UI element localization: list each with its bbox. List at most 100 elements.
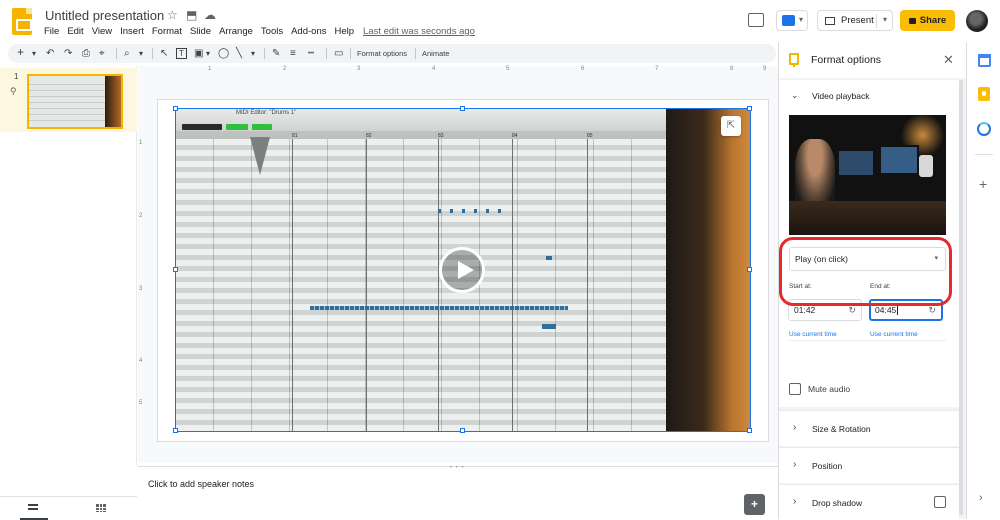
star-icon[interactable]: ☆	[167, 8, 178, 22]
notes-resize-handle[interactable]: • • •	[450, 465, 465, 471]
chevron-right-icon: ›	[793, 422, 797, 433]
present-options-icon[interactable]: ▾	[883, 15, 887, 24]
menu-view[interactable]: View	[92, 26, 112, 37]
format-options-panel: Format options ✕ ⌄ Video playback Play (…	[778, 42, 967, 520]
toolbar: + ▾ ↶ ↷ ⎙ ⌖ ⌕ ▾ ↖ T ▣ ▾ ◯ ╲ ▾ ✎ ≡ ┅ ▭ Fo…	[8, 44, 776, 63]
menu-add-ons[interactable]: Add-ons	[291, 26, 326, 37]
tasks-icon[interactable]	[977, 122, 991, 136]
speaker-notes[interactable]: • • • Click to add speaker notes +	[138, 465, 778, 519]
explore-icon[interactable]: +	[744, 494, 765, 515]
chevron-right-icon: ›	[793, 459, 797, 470]
move-to-folder-icon[interactable]: ⬒	[186, 8, 197, 22]
video-thumbnail	[789, 115, 946, 235]
drop-shadow-section[interactable]: › Drop shadow	[779, 484, 959, 520]
slides-logo-icon[interactable]	[12, 8, 32, 35]
resize-handle[interactable]	[747, 428, 752, 433]
add-icon[interactable]: +	[979, 177, 987, 191]
paint-format-icon[interactable]: ⌖	[99, 47, 105, 60]
border-color-icon[interactable]: ✎	[272, 47, 280, 60]
slide-thumbnail[interactable]	[27, 74, 123, 129]
menu-tools[interactable]: Tools	[261, 26, 283, 37]
menu-insert[interactable]: Insert	[120, 26, 144, 37]
zoom-dropdown-icon[interactable]: ▾	[139, 47, 143, 60]
filmstrip-view-icon[interactable]	[20, 504, 48, 520]
menu-edit[interactable]: Edit	[67, 26, 83, 37]
menu-bar: File Edit View Insert Format Slide Arran…	[44, 26, 362, 37]
line-dropdown-icon[interactable]: ▾	[251, 47, 255, 60]
undo-icon[interactable]: ↶	[46, 47, 54, 60]
upload-icon	[782, 15, 795, 26]
speaker-notes-placeholder[interactable]: Click to add speaker notes	[148, 479, 254, 489]
border-dash-icon[interactable]: ┅	[308, 47, 314, 60]
resize-handle[interactable]	[173, 106, 178, 111]
border-weight-icon[interactable]: ≡	[290, 47, 296, 60]
grid-view-icon[interactable]	[96, 504, 106, 512]
line-icon[interactable]: ╲	[236, 47, 242, 60]
layout-dropdown-icon[interactable]: ▾	[32, 47, 36, 60]
resize-handle[interactable]	[173, 267, 178, 272]
slide-thumbnail-item[interactable]: 1 ⚲	[0, 68, 137, 132]
horizontal-ruler: 1 2 3 4 5 6 7 8 9	[208, 66, 767, 72]
cloud-status-icon[interactable]: ☁	[204, 8, 216, 22]
format-options-header: Format options ✕	[779, 42, 967, 78]
mute-audio-checkbox[interactable]	[789, 383, 801, 395]
menu-slide[interactable]: Slide	[190, 26, 211, 37]
shape-icon[interactable]: ◯	[218, 47, 229, 60]
chevron-down-icon[interactable]: ⌄	[791, 90, 799, 101]
move-slide-button[interactable]: ▾	[776, 10, 808, 31]
app-header: Untitled presentation ☆ ⬒ ☁ File Edit Vi…	[0, 0, 1000, 42]
highlight-annotation	[779, 237, 952, 306]
video-playback-title[interactable]: Video playback	[812, 91, 870, 101]
scrollbar[interactable]	[959, 80, 963, 515]
filmstrip: 1 ⚲	[0, 66, 137, 466]
zoom-icon[interactable]: ⌕	[124, 47, 130, 60]
use-current-time-end-link[interactable]: Use current time	[870, 331, 918, 338]
print-icon[interactable]: ⎙	[82, 47, 90, 60]
close-icon[interactable]: ✕	[943, 52, 954, 68]
size-rotation-section[interactable]: › Size & Rotation	[779, 410, 959, 446]
document-title[interactable]: Untitled presentation	[45, 8, 164, 23]
drop-shadow-checkbox[interactable]	[934, 496, 946, 508]
animate-button[interactable]: Animate	[422, 49, 450, 58]
use-current-time-start-link[interactable]: Use current time	[789, 331, 837, 338]
panel-title: Format options	[811, 54, 882, 66]
open-external-icon[interactable]: ⇱	[721, 116, 741, 136]
calendar-icon[interactable]	[978, 54, 991, 67]
resize-handle[interactable]	[747, 267, 752, 272]
share-label: Share	[919, 15, 947, 26]
view-switcher	[0, 496, 137, 520]
menu-format[interactable]: Format	[152, 26, 182, 37]
position-section[interactable]: › Position	[779, 447, 959, 483]
image-dropdown-icon[interactable]: ▾	[206, 47, 210, 60]
resize-handle[interactable]	[460, 428, 465, 433]
resize-handle[interactable]	[173, 428, 178, 433]
menu-help[interactable]: Help	[334, 26, 354, 37]
last-edit-link[interactable]: Last edit was seconds ago	[363, 26, 475, 37]
play-icon[interactable]	[439, 247, 485, 293]
lock-icon	[908, 17, 916, 24]
present-button[interactable]: Present ▾	[817, 10, 893, 31]
avatar[interactable]	[966, 10, 988, 32]
resize-handle[interactable]	[747, 106, 752, 111]
link-icon: ⚲	[10, 86, 17, 96]
keep-icon[interactable]	[978, 87, 990, 101]
menu-file[interactable]: File	[44, 26, 59, 37]
slide-number: 1	[14, 72, 19, 81]
side-panel: + ›	[966, 42, 1000, 519]
format-paint-icon	[789, 53, 799, 67]
image-icon[interactable]: ▣	[194, 47, 203, 60]
select-icon[interactable]: ↖	[160, 47, 168, 60]
chevron-right-icon: ›	[793, 496, 797, 507]
resize-handle[interactable]	[460, 106, 465, 111]
menu-arrange[interactable]: Arrange	[219, 26, 253, 37]
new-slide-icon[interactable]: +	[17, 46, 24, 59]
format-options-button[interactable]: Format options	[357, 49, 407, 58]
redo-icon[interactable]: ↷	[64, 47, 72, 60]
text-box-icon[interactable]: T	[176, 48, 187, 59]
mute-audio-label[interactable]: Mute audio	[808, 384, 850, 394]
chevron-right-icon[interactable]: ›	[979, 492, 983, 504]
comment-history-icon[interactable]	[748, 13, 764, 27]
comment-icon[interactable]: ▭	[334, 47, 343, 60]
share-button[interactable]: Share	[900, 10, 955, 31]
present-icon	[825, 16, 835, 25]
